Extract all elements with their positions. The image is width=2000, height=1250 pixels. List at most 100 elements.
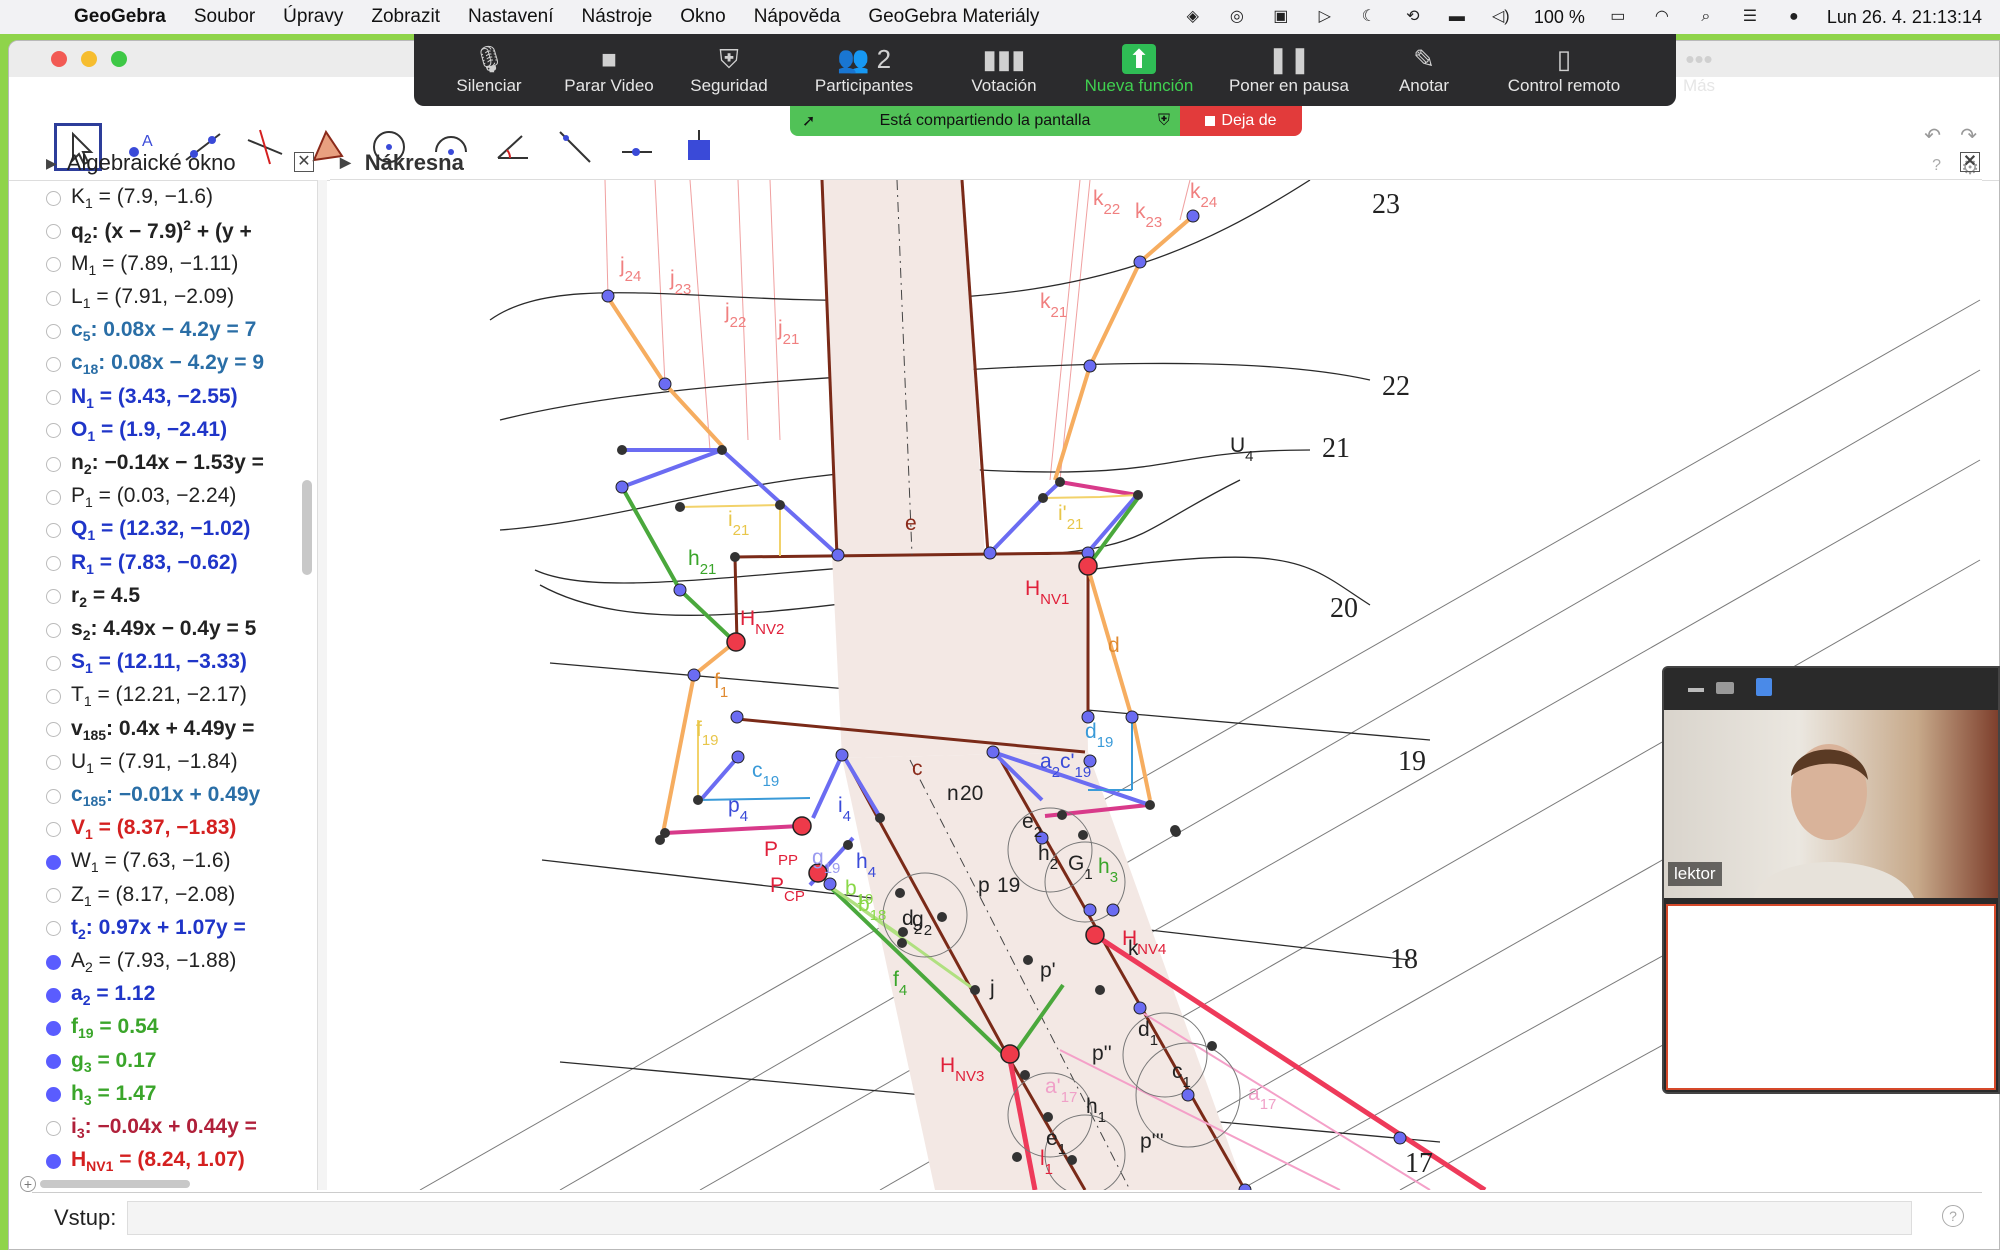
add-view-icon[interactable]: + <box>20 1176 36 1192</box>
gallery-view-icon[interactable] <box>1716 682 1734 694</box>
algebra-row[interactable]: W1 = (7.63, −1.6) <box>32 846 302 879</box>
algebra-row[interactable]: s2: 4.49x − 0.4y = 5 <box>32 614 302 647</box>
visibility-toggle[interactable] <box>46 689 61 704</box>
collapse-triangle-icon[interactable]: ▶ <box>340 154 351 171</box>
algebra-row[interactable]: R1 = (7.83, −0.62) <box>32 547 302 580</box>
menu-nastaveni[interactable]: Nastavení <box>454 6 568 28</box>
algebra-row[interactable]: K1 = (7.9, −1.6) <box>32 182 302 215</box>
zoom-button-microphone[interactable]: 🎙 Silenciar <box>434 34 544 106</box>
algebra-row[interactable]: Z1 = (8.17, −2.08) <box>32 879 302 912</box>
battery-icon[interactable]: ▭ <box>1607 8 1629 26</box>
algebra-row[interactable]: n2: −0.14x − 1.53y = <box>32 448 302 481</box>
visibility-toggle[interactable] <box>46 821 61 837</box>
menu-nastroje[interactable]: Nástroje <box>568 6 667 28</box>
visibility-toggle[interactable] <box>46 1087 61 1103</box>
visibility-toggle[interactable] <box>46 290 61 306</box>
menu-okno[interactable]: Okno <box>666 6 739 28</box>
visibility-toggle[interactable] <box>46 655 61 671</box>
visibility-toggle[interactable] <box>46 456 61 472</box>
control-center-icon[interactable]: ☰ <box>1739 8 1761 26</box>
visibility-toggle[interactable] <box>46 788 61 804</box>
zoom-button-shield[interactable]: ⛨ Seguridad <box>674 34 784 106</box>
visibility-toggle[interactable] <box>46 423 61 439</box>
algebra-row[interactable]: S1 = (12.11, −3.33) <box>32 647 302 680</box>
visibility-toggle[interactable] <box>46 357 61 372</box>
menu-zobrazit[interactable]: Zobrazit <box>357 6 454 28</box>
input-help-icon[interactable]: ? <box>1942 1205 1964 1227</box>
visibility-toggle[interactable] <box>46 489 61 505</box>
redo-icon[interactable]: ↷ <box>1960 123 1977 148</box>
algebra-row[interactable]: c18: 0.08x − 4.2y = 9 <box>32 348 302 381</box>
algebra-row[interactable]: c5: 0.08x − 4.2y = 7 <box>32 315 302 348</box>
algebra-scrollbar[interactable] <box>302 480 312 575</box>
zoom-button-participants[interactable]: 👥 2 Participantes <box>784 34 944 106</box>
algebra-row[interactable]: N1 = (3.43, −2.55) <box>32 381 302 414</box>
undo-icon[interactable]: ↶ <box>1924 123 1941 148</box>
search-icon[interactable]: ⌕ <box>1695 8 1717 26</box>
visibility-toggle[interactable] <box>46 1054 61 1070</box>
menu-app-name[interactable]: GeoGebra <box>60 6 180 28</box>
creative-cloud-icon[interactable]: ◎ <box>1226 8 1248 26</box>
algebra-row[interactable]: a2 = 1.12 <box>32 979 302 1012</box>
zoom-button-pause[interactable]: ❚❚ Poner en pausa <box>1214 34 1364 106</box>
algebra-row[interactable]: h3 = 1.47 <box>32 1078 302 1111</box>
visibility-toggle[interactable] <box>46 224 61 240</box>
visibility-toggle[interactable] <box>46 1021 61 1036</box>
visibility-toggle[interactable] <box>46 622 61 638</box>
wifi-icon[interactable]: ◠ <box>1651 8 1673 26</box>
algebra-horizontal-scrollbar[interactable] <box>40 1180 190 1188</box>
close-algebra-panel-button[interactable]: ✕ <box>294 152 314 172</box>
moon-icon[interactable]: ☾ <box>1358 8 1380 26</box>
visibility-toggle[interactable] <box>46 257 61 273</box>
input-field[interactable] <box>127 1201 1912 1235</box>
flag-icon[interactable]: ▬ <box>1446 8 1468 26</box>
dropbox-icon[interactable]: ◈ <box>1182 8 1204 26</box>
menu-napoveda[interactable]: Nápověda <box>740 6 855 28</box>
algebra-row[interactable]: q2: (x − 7.9)2 + (y + <box>32 215 302 248</box>
visibility-toggle[interactable] <box>46 390 61 406</box>
visibility-toggle[interactable] <box>46 323 61 339</box>
zoom-button-more[interactable]: ••• Más <box>1644 34 1754 106</box>
algebra-row[interactable]: t2: 0.97x + 1.07y = <box>32 912 302 945</box>
visibility-toggle[interactable] <box>46 755 61 771</box>
close-window-button[interactable] <box>51 51 67 67</box>
algebra-row[interactable]: V1 = (8.37, −1.83) <box>32 813 302 846</box>
visibility-toggle[interactable] <box>46 1153 61 1169</box>
siri-icon[interactable]: ● <box>1783 8 1805 26</box>
clock[interactable]: Lun 26. 4. 21:13:14 <box>1827 7 1982 28</box>
visibility-toggle[interactable] <box>46 921 61 937</box>
visibility-toggle[interactable] <box>46 556 61 572</box>
zoom-button-poll[interactable]: ▮▮▮ Votación <box>944 34 1064 106</box>
minimize-video-icon[interactable] <box>1688 688 1704 692</box>
menu-upravy[interactable]: Úpravy <box>269 6 357 28</box>
algebra-row[interactable]: M1 = (7.89, −1.11) <box>32 248 302 281</box>
algebra-row[interactable]: P1 = (0.03, −2.24) <box>32 481 302 514</box>
zoom-button-mouse[interactable]: ▯ Control remoto <box>1484 34 1644 106</box>
algebra-row[interactable]: O1 = (1.9, −2.41) <box>32 414 302 447</box>
visibility-toggle[interactable] <box>46 191 61 206</box>
algebra-row[interactable]: Q1 = (12.32, −1.02) <box>32 514 302 547</box>
zoom-button-video-camera[interactable]: ■ Parar Video <box>544 34 674 106</box>
zoom-button-pencil[interactable]: ✎ Anotar <box>1364 34 1484 106</box>
menu-geogebra-materialy[interactable]: GeoGebra Materiály <box>854 6 1053 28</box>
algebra-row[interactable]: v185: 0.4x + 4.49y = <box>32 713 302 746</box>
visibility-toggle[interactable] <box>46 954 61 970</box>
visibility-toggle[interactable] <box>46 1120 61 1136</box>
visibility-toggle[interactable] <box>46 987 61 1003</box>
zoom-video-panel[interactable]: lektor <box>1662 666 2000 1094</box>
visibility-toggle[interactable] <box>46 888 61 904</box>
collapse-triangle-icon[interactable]: ▶ <box>46 155 57 172</box>
close-graphics-panel-button[interactable]: ✕ <box>1960 152 1980 172</box>
play-icon[interactable]: ▷ <box>1314 8 1336 26</box>
zoom-button-share-screen[interactable]: ⬆ Nueva función <box>1064 34 1214 106</box>
zoom-window-button[interactable] <box>111 51 127 67</box>
volume-icon[interactable]: ◁) <box>1490 8 1512 26</box>
algebra-row[interactable]: r2 = 4.5 <box>32 580 302 613</box>
algebra-row[interactable]: f19 = 0.54 <box>32 1012 302 1045</box>
panel-divider[interactable] <box>317 180 327 1190</box>
visibility-toggle[interactable] <box>46 589 61 605</box>
app-tray-icon[interactable]: ▣ <box>1270 8 1292 26</box>
algebra-row[interactable]: A2 = (7.93, −1.88) <box>32 946 302 979</box>
algebra-row[interactable]: g3 = 0.17 <box>32 1045 302 1078</box>
algebra-row[interactable]: HNV1 = (8.24, 1.07) <box>32 1145 302 1178</box>
